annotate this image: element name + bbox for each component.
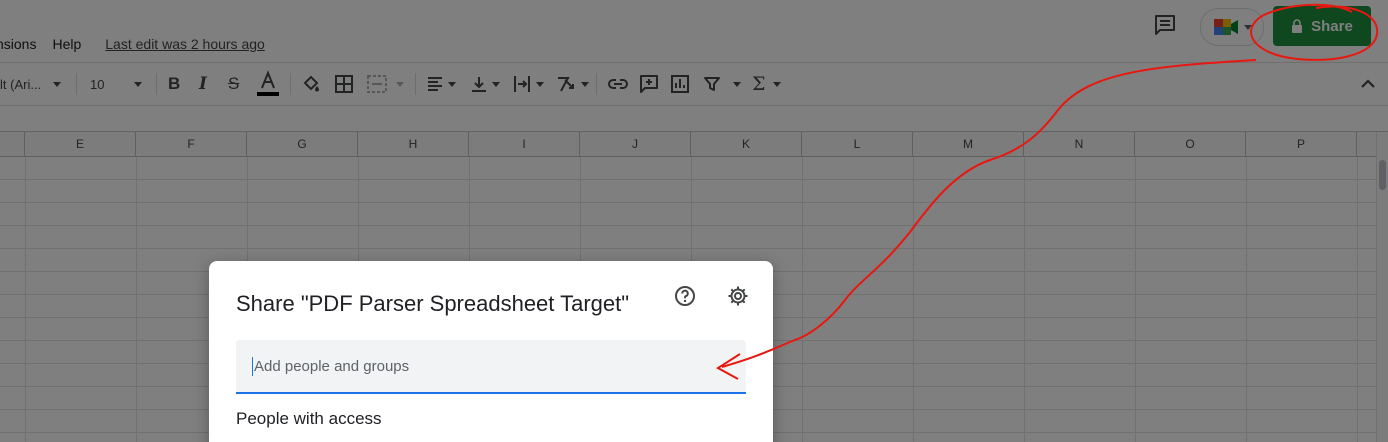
share-dialog: Share "PDF Parser Spreadsheet Target" Pe… xyxy=(209,261,773,442)
add-people-input[interactable] xyxy=(236,340,746,394)
help-button[interactable] xyxy=(672,283,698,309)
gear-icon xyxy=(728,286,748,306)
settings-button[interactable] xyxy=(725,283,751,309)
text-cursor xyxy=(252,357,253,376)
people-with-access-heading: People with access xyxy=(236,409,382,428)
dialog-title: Share "PDF Parser Spreadsheet Target" xyxy=(236,291,630,316)
spreadsheet-app: nsions Help Last edit was 2 hours ago xyxy=(0,0,1388,442)
help-icon xyxy=(675,286,695,306)
